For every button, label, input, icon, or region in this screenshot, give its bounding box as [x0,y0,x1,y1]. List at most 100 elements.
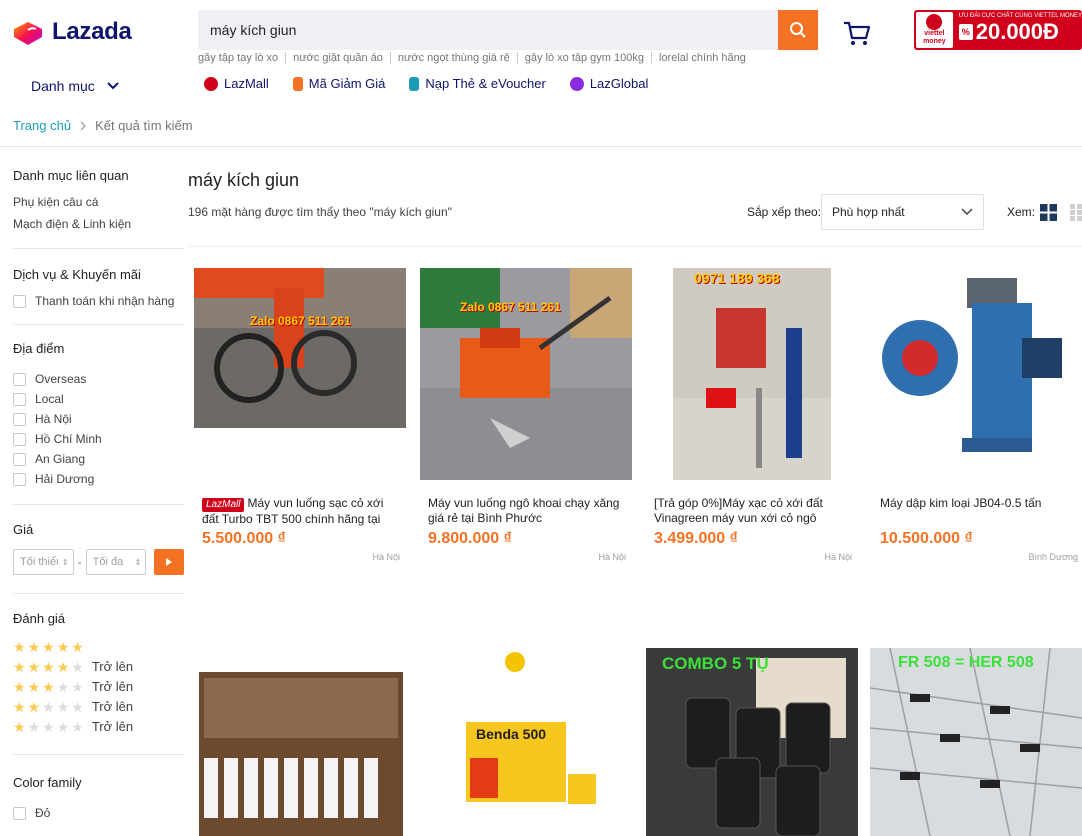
suggestion-link[interactable]: lorelal chính hãng [652,52,753,64]
product-overlay-text: COMBO 5 TỤ [662,654,769,673]
product-watermark: Zalo 0867 511 261 [250,314,351,328]
product-image[interactable]: Zalo 0867 511 261 [420,268,632,480]
filter-cod[interactable]: Thanh toán khi nhận hàng [13,294,184,308]
filter-location[interactable]: An Giang [13,452,184,466]
price-max-input[interactable]: Tối đa ⇕ [85,549,147,575]
star-icon: ★ [13,718,26,735]
checkbox[interactable] [13,432,26,446]
capacitors-image [646,648,858,836]
product-image[interactable]: 0971 189 368 [646,268,858,480]
cart-icon [844,21,871,45]
star-icon: ★ [27,639,41,655]
checkbox[interactable] [13,412,26,426]
star-icon: ★ [13,658,26,675]
filter-color[interactable]: Đỏ [13,806,184,820]
checkbox[interactable] [13,392,26,406]
product-card[interactable]: 0971 189 368 [Trả góp 0%]Máy xạc cỏ xới … [646,268,858,562]
checkbox[interactable] [13,452,26,466]
star-icon: ★ [42,678,55,695]
product-image[interactable]: COMBO 5 TỤ [646,648,858,836]
checkbox[interactable] [13,472,26,486]
rating-filter-4[interactable]: ★ ★ ★ ★ ★ Trở lên [13,659,184,674]
filter-location[interactable]: Hà Nội [13,412,184,426]
suggestion-link[interactable]: găy tập tay lò xo [198,52,287,64]
nav-lazglobal[interactable]: LazGlobal [569,76,648,91]
search-input[interactable] [198,10,778,50]
star-empty-icon: ★ [27,718,41,735]
nav-lazmall[interactable]: LazMall [204,76,269,91]
star-icon: ★ [42,658,55,675]
product-card[interactable]: Zalo 0867 511 261 Máy vun luống ngô khoa… [420,268,632,562]
product-image[interactable] [872,268,1082,480]
product-title[interactable]: Máy dập kim loại JB04-0.5 tấn [872,496,1082,526]
related-categories-title: Danh mục liên quan [13,168,129,183]
rating-filter-3[interactable]: ★ ★ ★ ★ ★ Trở lên [13,679,184,694]
promo-amount: 20.000Đ [975,19,1059,44]
filter-location[interactable]: Hồ Chí Minh [13,432,184,446]
related-category-link[interactable]: Phụ kiện câu cá [13,195,184,209]
search-icon [790,22,806,38]
product-card[interactable]: Máy dập kim loại JB04-0.5 tấn 10.500.000… [872,268,1082,562]
page-title: máy kích giun [188,170,300,190]
category-menu-button[interactable]: Danh mục [31,78,119,94]
product-location: Hà Nội [598,552,626,562]
checkbox[interactable] [13,372,26,386]
product-image[interactable]: FR 508 = HER 508 [870,648,1082,836]
grid-view-button[interactable] [1040,204,1057,226]
product-location: Bình Dương [1028,552,1078,562]
price-min-input[interactable]: Tối thiểu ⇕ [13,549,74,575]
suggestion-link[interactable]: gậy lò xo tập gym 100kg [518,52,652,64]
product-title[interactable]: [Trả góp 0%]Máy xạc cỏ xới đất Vinagreen… [646,496,858,526]
rating-filter-2[interactable]: ★ ★ ★ ★ ★ Trở lên [13,699,184,714]
star-icon: ★ [56,658,70,675]
rating-filter-1[interactable]: ★ ★ ★ ★ ★ Trở lên [13,719,184,734]
star-empty-icon: ★ [71,698,84,715]
product-image[interactable] [194,648,406,836]
suggestion-link[interactable]: nước giặt quần áo [286,52,391,64]
star-empty-icon: ★ [42,698,55,715]
star-icon: ★ [13,698,26,715]
filter-location[interactable]: Overseas [13,372,184,386]
product-card[interactable]: Benda 500 [420,648,632,836]
search-button[interactable] [778,10,818,50]
rating-filter-5[interactable]: ★ ★ ★ ★ ★ [13,640,184,654]
lazada-heart-icon [12,18,44,46]
breadcrumb-current: Kết quả tìm kiếm [95,118,193,133]
filter-location[interactable]: Local [13,392,184,406]
sort-dropdown[interactable]: Phù hợp nhất [821,194,984,230]
product-card[interactable]: COMBO 5 TỤ [646,648,858,836]
product-price: 5.500.000 ₫ [202,530,286,547]
chevron-down-icon [961,208,973,216]
related-category-link[interactable]: Mạch điện & Linh kiện [13,217,184,231]
product-watermark: 0971 189 368 [694,270,780,286]
color-family-title: Color family [13,775,82,790]
lazada-logo[interactable]: Lazada [12,18,132,46]
checkbox[interactable] [13,806,26,820]
nav-vouchers[interactable]: Mã Giảm Giá [292,76,385,91]
star-icon: ★ [27,658,41,675]
suggestion-link[interactable]: nước ngọt thùng giá rẻ [391,52,518,64]
product-image[interactable]: Zalo 0867 511 261 [194,268,406,480]
benda-box-image [420,648,632,836]
star-icon: ★ [42,639,55,655]
nav-topup[interactable]: Nạp Thẻ & eVoucher [409,76,546,91]
sort-label: Sắp xếp theo: [747,205,822,219]
price-apply-button[interactable] [154,549,184,575]
checkbox[interactable] [13,294,26,308]
product-title[interactable]: Máy vun luống ngô khoai chạy xăng giá rẻ… [420,496,632,526]
product-image[interactable]: Benda 500 [420,648,632,836]
list-view-button[interactable] [1070,204,1082,226]
filter-location[interactable]: Hải Dương [13,472,184,486]
product-card[interactable]: Zalo 0867 511 261 LazMall Máy vun luống s… [194,268,406,562]
product-card[interactable]: FR 508 = HER 508 [870,648,1082,836]
viettel-money-logo: viettel money [916,12,953,48]
viettel-logo-icon [926,14,943,30]
cart-button[interactable] [842,18,872,48]
product-location: Hà Nội [372,552,400,562]
breadcrumb-home[interactable]: Trang chủ [13,118,71,133]
viettel-money-promo-banner[interactable]: viettel money ƯU ĐÃI CỰC CHẤT CÙNG VIETT… [914,10,1082,50]
product-card[interactable] [194,648,406,836]
star-empty-icon: ★ [71,658,84,675]
product-title[interactable]: LazMall Máy vun luống sạc cỏ xới đất Turb… [194,496,406,526]
brand-name: Lazada [52,18,132,45]
